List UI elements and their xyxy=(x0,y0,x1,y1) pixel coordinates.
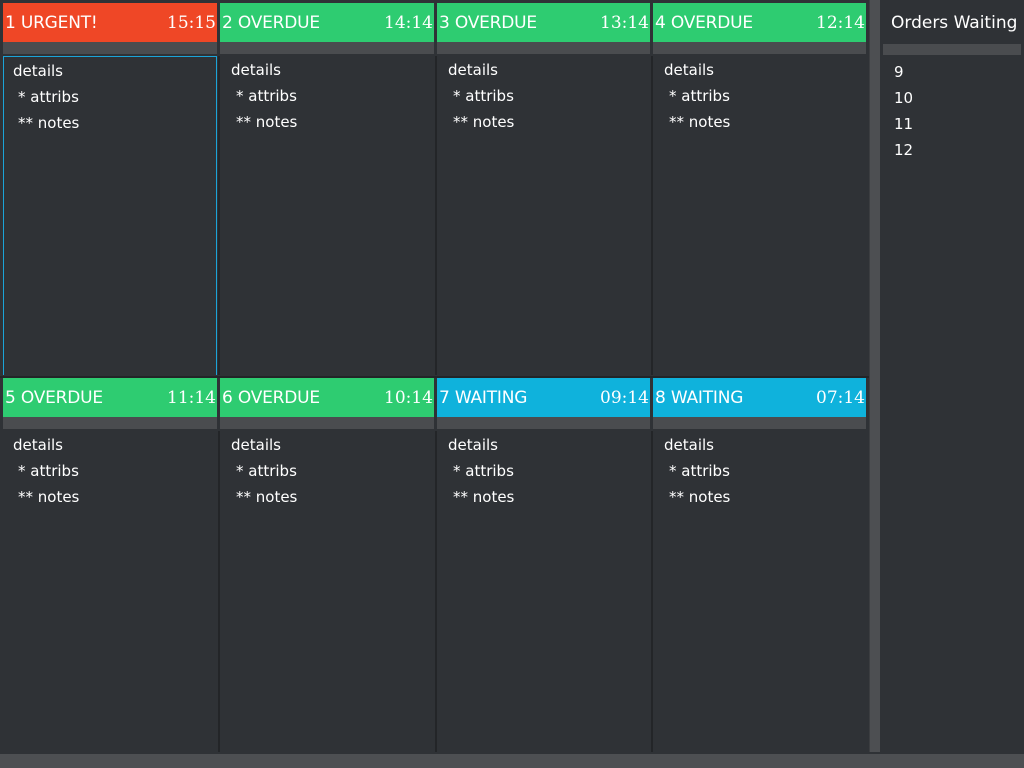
ticket-number-status: 5 OVERDUE xyxy=(5,387,103,408)
ticket-divider xyxy=(3,42,217,54)
ticket-attribs: * attribs xyxy=(18,462,79,480)
ticket-details: details xyxy=(448,436,498,454)
ticket-time: 13:14 xyxy=(600,12,649,33)
ticket-attribs: * attribs xyxy=(236,87,297,105)
ticket-time: 09:14 xyxy=(600,387,649,408)
orders-waiting-list: 9 10 11 12 xyxy=(894,59,913,163)
ticket-notes: ** notes xyxy=(236,113,298,131)
ticket-body[interactable]: details * attribs ** notes xyxy=(654,430,867,752)
ticket-divider xyxy=(437,42,650,54)
ticket-number-status: 3 OVERDUE xyxy=(439,12,537,33)
ticket-details: details xyxy=(448,61,498,79)
kitchen-display-app: 1 URGENT! 15:15 details * attribs ** not… xyxy=(0,0,1024,768)
ticket-number-status: 7 WAITING xyxy=(439,387,528,408)
waiting-order-item[interactable]: 12 xyxy=(894,137,913,163)
waiting-order-item[interactable]: 9 xyxy=(894,59,913,85)
ticket-divider xyxy=(653,42,866,54)
ticket-notes: ** notes xyxy=(236,488,298,506)
ticket-number-status: 1 URGENT! xyxy=(5,12,98,33)
ticket-6[interactable]: 6 OVERDUE 10:14 details * attribs ** not… xyxy=(219,375,436,752)
ticket-header[interactable]: 3 OVERDUE 13:14 xyxy=(437,3,650,42)
ticket-divider xyxy=(220,42,434,54)
ticket-body[interactable]: details * attribs ** notes xyxy=(654,55,867,377)
ticket-body[interactable]: details * attribs ** notes xyxy=(221,430,434,752)
ticket-time: 10:14 xyxy=(384,387,433,408)
ticket-time: 14:14 xyxy=(384,12,433,33)
ticket-details: details xyxy=(13,62,63,80)
ticket-details: details xyxy=(13,436,63,454)
ticket-number-status: 4 OVERDUE xyxy=(655,12,753,33)
ticket-5[interactable]: 5 OVERDUE 11:14 details * attribs ** not… xyxy=(1,375,219,752)
ticket-number-status: 6 OVERDUE xyxy=(222,387,320,408)
ticket-header[interactable]: 6 OVERDUE 10:14 xyxy=(220,378,434,417)
ticket-divider xyxy=(437,417,650,429)
ticket-body[interactable]: details * attribs ** notes xyxy=(438,430,650,752)
ticket-number-status: 2 OVERDUE xyxy=(222,12,320,33)
column-separator xyxy=(651,431,653,752)
waiting-order-item[interactable]: 10 xyxy=(894,85,913,111)
ticket-details: details xyxy=(664,61,714,79)
ticket-notes: ** notes xyxy=(18,114,80,132)
ticket-divider xyxy=(3,417,217,429)
ticket-attribs: * attribs xyxy=(18,88,79,106)
ticket-details: details xyxy=(231,436,281,454)
ticket-8[interactable]: 8 WAITING 07:14 details * attribs ** not… xyxy=(652,375,869,752)
ticket-7[interactable]: 7 WAITING 09:14 details * attribs ** not… xyxy=(436,375,652,752)
ticket-notes: ** notes xyxy=(669,488,731,506)
ticket-2[interactable]: 2 OVERDUE 14:14 details * attribs ** not… xyxy=(219,0,436,377)
ticket-attribs: * attribs xyxy=(669,462,730,480)
ticket-body[interactable]: details * attribs ** notes xyxy=(3,430,217,752)
ticket-attribs: * attribs xyxy=(669,87,730,105)
horizontal-scrollbar[interactable] xyxy=(0,754,1024,768)
ticket-attribs: * attribs xyxy=(453,87,514,105)
ticket-header[interactable]: 7 WAITING 09:14 xyxy=(437,378,650,417)
column-separator xyxy=(435,431,437,752)
ticket-body[interactable]: details * attribs ** notes xyxy=(438,55,650,377)
ticket-divider xyxy=(220,417,434,429)
ticket-divider xyxy=(653,417,866,429)
ticket-time: 11:14 xyxy=(167,387,216,408)
waiting-order-item[interactable]: 11 xyxy=(894,111,913,137)
orders-waiting-panel: Orders Waiting 9 10 11 12 xyxy=(882,0,1024,752)
ticket-number-status: 8 WAITING xyxy=(655,387,744,408)
panel-divider xyxy=(883,44,1021,55)
ticket-body[interactable]: details * attribs ** notes xyxy=(3,56,217,377)
ticket-notes: ** notes xyxy=(453,113,515,131)
vertical-splitter[interactable] xyxy=(869,0,880,752)
ticket-header[interactable]: 1 URGENT! 15:15 xyxy=(3,3,217,42)
ticket-notes: ** notes xyxy=(669,113,731,131)
row-separator xyxy=(0,376,869,378)
ticket-header[interactable]: 4 OVERDUE 12:14 xyxy=(653,3,866,42)
ticket-details: details xyxy=(664,436,714,454)
ticket-header[interactable]: 8 WAITING 07:14 xyxy=(653,378,866,417)
ticket-attribs: * attribs xyxy=(236,462,297,480)
ticket-header[interactable]: 5 OVERDUE 11:14 xyxy=(3,378,217,417)
ticket-time: 12:14 xyxy=(816,12,865,33)
column-separator xyxy=(435,56,437,375)
ticket-3[interactable]: 3 OVERDUE 13:14 details * attribs ** not… xyxy=(436,0,652,377)
column-separator xyxy=(651,56,653,375)
ticket-notes: ** notes xyxy=(18,488,80,506)
ticket-1[interactable]: 1 URGENT! 15:15 details * attribs ** not… xyxy=(1,0,219,377)
ticket-attribs: * attribs xyxy=(453,462,514,480)
ticket-header[interactable]: 2 OVERDUE 14:14 xyxy=(220,3,434,42)
column-separator xyxy=(218,56,220,375)
ticket-4[interactable]: 4 OVERDUE 12:14 details * attribs ** not… xyxy=(652,0,869,377)
ticket-details: details xyxy=(231,61,281,79)
ticket-time: 07:14 xyxy=(816,387,865,408)
orders-waiting-title: Orders Waiting xyxy=(891,13,1018,33)
ticket-body[interactable]: details * attribs ** notes xyxy=(221,55,434,377)
column-separator xyxy=(218,431,220,752)
ticket-grid: 1 URGENT! 15:15 details * attribs ** not… xyxy=(0,0,869,752)
ticket-time: 15:15 xyxy=(167,12,216,33)
ticket-notes: ** notes xyxy=(453,488,515,506)
